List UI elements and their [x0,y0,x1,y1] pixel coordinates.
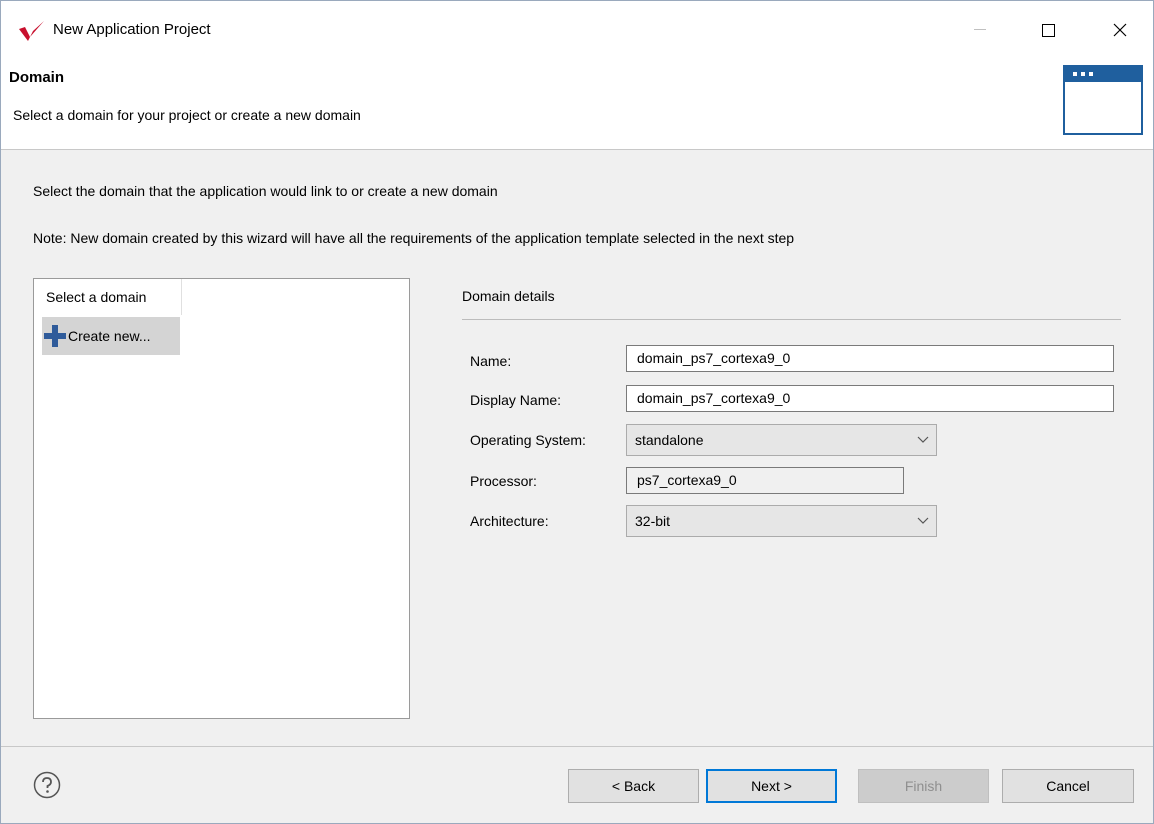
help-question-icon[interactable] [33,771,61,799]
wizard-header: Domain Select a domain for your project … [1,57,1153,150]
next-button[interactable]: Next > [706,769,837,803]
cancel-button[interactable]: Cancel [1002,769,1134,803]
plus-icon [44,325,66,347]
display-name-label: Display Name: [470,392,562,408]
operating-system-label: Operating System: [470,432,586,448]
page-title: Domain [9,69,65,86]
domain-details-separator [462,319,1121,320]
processor-field: ps7_cortexa9_0 [626,467,904,494]
window-title: New Application Project [53,21,211,38]
create-new-label: Create new... [68,328,151,344]
instruction-text: Select the domain that the application w… [33,183,498,199]
architecture-select[interactable]: 32-bit [626,505,937,537]
chevron-down-icon [917,517,929,524]
display-name-input[interactable]: domain_ps7_cortexa9_0 [626,385,1114,412]
maximize-icon [1041,23,1055,37]
close-button[interactable] [1097,13,1143,47]
architecture-label: Architecture: [470,513,549,529]
operating-system-select[interactable]: standalone [626,424,937,456]
wizard-banner-window-icon [1063,65,1143,135]
create-new-domain-item[interactable]: Create new... [42,317,180,355]
new-application-project-dialog: New Application Project Domain Select a … [0,0,1154,824]
note-text: Note: New domain created by this wizard … [33,230,795,246]
architecture-value: 32-bit [635,513,671,529]
minimize-icon [974,29,986,30]
domain-list-header: Select a domain [34,279,182,315]
processor-label: Processor: [470,473,537,489]
finish-button: Finish [858,769,989,803]
domain-list[interactable]: Select a domain Create new... [33,278,410,719]
name-input[interactable]: domain_ps7_cortexa9_0 [626,345,1114,372]
title-bar: New Application Project [1,1,1153,57]
maximize-button[interactable] [1025,13,1071,47]
close-icon [1113,23,1127,37]
chevron-down-icon [917,436,929,443]
page-description: Select a domain for your project or crea… [13,107,361,123]
vitis-logo-icon [19,21,44,41]
back-button[interactable]: < Back [568,769,699,803]
operating-system-value: standalone [635,432,704,448]
domain-details-title: Domain details [462,288,555,304]
name-label: Name: [470,353,512,369]
minimize-button[interactable] [957,13,1003,47]
footer-separator [1,746,1153,747]
